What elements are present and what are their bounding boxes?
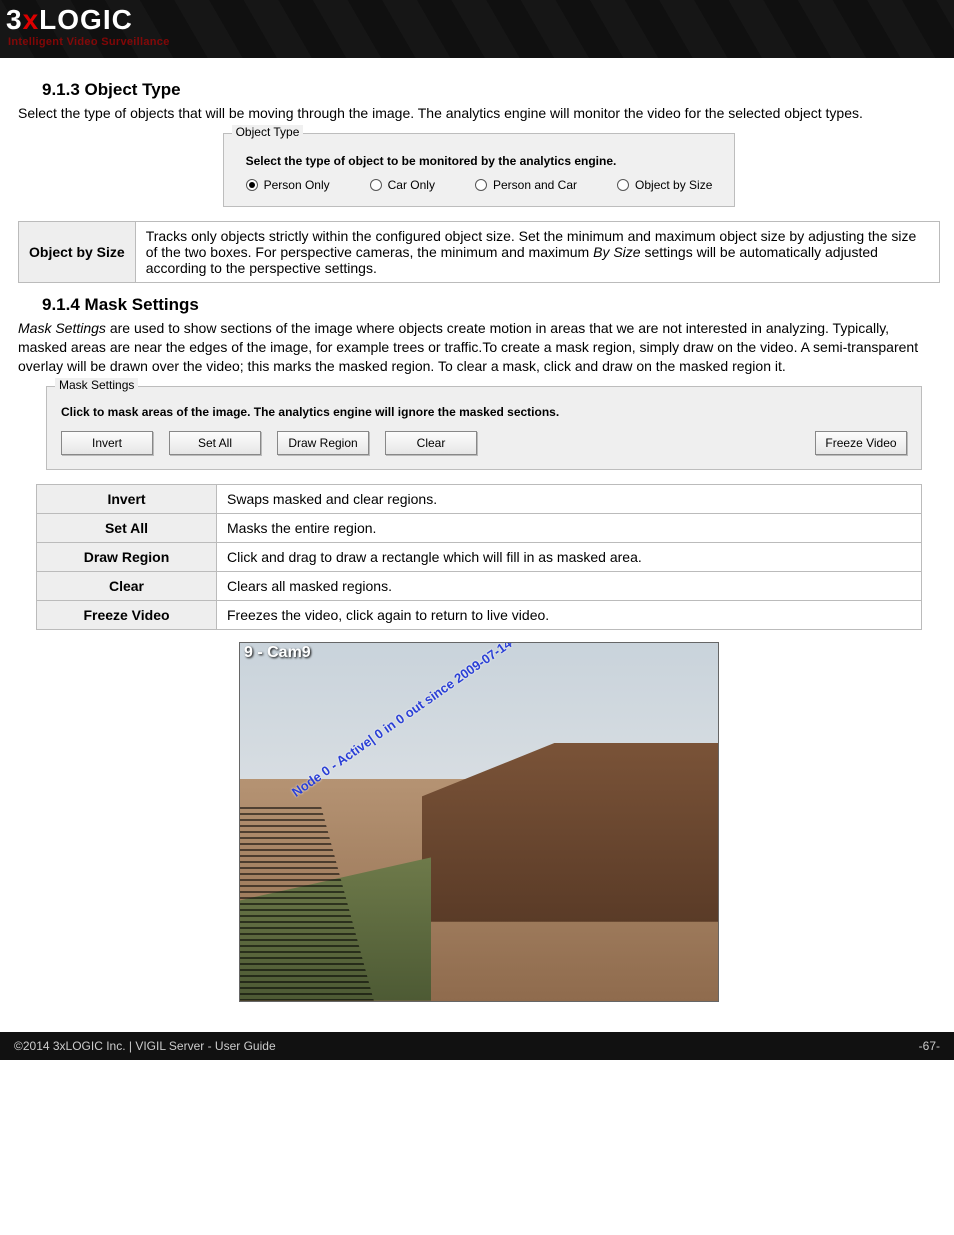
def-body: Tracks only objects strictly within the …: [135, 221, 939, 282]
set-all-button[interactable]: Set All: [169, 431, 261, 455]
footer-page-number: -67-: [919, 1039, 940, 1053]
invert-button[interactable]: Invert: [61, 431, 153, 455]
radio-label: Person Only: [264, 178, 330, 192]
section-intro-object-type: Select the type of objects that will be …: [18, 104, 940, 123]
def-term: Object by Size: [19, 221, 136, 282]
def-body: Swaps masked and clear regions.: [217, 484, 922, 513]
page-footer: ©2014 3xLOGIC Inc. | VIGIL Server - User…: [0, 1032, 954, 1060]
table-row: Clear Clears all masked regions.: [37, 571, 922, 600]
def-term: Draw Region: [37, 542, 217, 571]
table-row: Set All Masks the entire region.: [37, 513, 922, 542]
brand-tagline: Intelligent Video Surveillance: [8, 36, 170, 48]
table-row: Freeze Video Freezes the video, click ag…: [37, 600, 922, 629]
camera-building-shape: [422, 743, 718, 922]
radio-dot-icon: [475, 179, 487, 191]
radio-label: Car Only: [388, 178, 435, 192]
radio-car-only[interactable]: Car Only: [370, 178, 435, 192]
def-body: Click and drag to draw a rectangle which…: [217, 542, 922, 571]
table-row: Invert Swaps masked and clear regions.: [37, 484, 922, 513]
clear-button[interactable]: Clear: [385, 431, 477, 455]
def-term: Invert: [37, 484, 217, 513]
mask-group-label: Mask Settings: [55, 378, 138, 392]
section-heading-mask-settings: 9.1.4 Mask Settings: [42, 295, 940, 315]
table-row: Draw Region Click and drag to draw a rec…: [37, 542, 922, 571]
radio-person-only[interactable]: Person Only: [246, 178, 330, 192]
camera-preview-figure: 9 - Cam9 Node 0 - Active| 0 in 0 out sin…: [239, 642, 719, 1002]
mask-group-legend: Click to mask areas of the image. The an…: [61, 405, 907, 419]
def-body: Masks the entire region.: [217, 513, 922, 542]
object-type-radio-row: Person Only Car Only Person and Car Obje…: [246, 178, 713, 192]
def-term: Freeze Video: [37, 600, 217, 629]
def-term: Clear: [37, 571, 217, 600]
def-body: Freezes the video, click again to return…: [217, 600, 922, 629]
radio-person-and-car[interactable]: Person and Car: [475, 178, 577, 192]
table-row: Object by Size Tracks only objects stric…: [19, 221, 940, 282]
mask-settings-groupbox: Mask Settings Click to mask areas of the…: [46, 386, 922, 470]
radio-label: Object by Size: [635, 178, 712, 192]
brand-logo: 3xLOGIC: [6, 4, 133, 36]
def-term: Set All: [37, 513, 217, 542]
footer-left: ©2014 3xLOGIC Inc. | VIGIL Server - User…: [14, 1039, 276, 1053]
object-type-group-label: Object Type: [232, 125, 304, 139]
object-type-groupbox: Object Type Select the type of object to…: [223, 133, 736, 207]
radio-object-by-size[interactable]: Object by Size: [617, 178, 712, 192]
mask-defs-table: Invert Swaps masked and clear regions. S…: [36, 484, 922, 630]
radio-label: Person and Car: [493, 178, 577, 192]
section-intro-mask-settings: Mask Settings are used to show sections …: [18, 319, 940, 376]
def-body: Clears all masked regions.: [217, 571, 922, 600]
freeze-video-button[interactable]: Freeze Video: [815, 431, 907, 455]
radio-dot-icon: [246, 179, 258, 191]
section-heading-object-type: 9.1.3 Object Type: [42, 80, 940, 100]
radio-dot-icon: [617, 179, 629, 191]
draw-region-button[interactable]: Draw Region: [277, 431, 369, 455]
object-type-legend: Select the type of object to be monitore…: [246, 154, 713, 168]
page-header-banner: 3xLOGIC Intelligent Video Surveillance: [0, 0, 954, 58]
camera-title-overlay: 9 - Cam9: [244, 645, 311, 661]
radio-dot-icon: [370, 179, 382, 191]
object-by-size-table: Object by Size Tracks only objects stric…: [18, 221, 940, 283]
